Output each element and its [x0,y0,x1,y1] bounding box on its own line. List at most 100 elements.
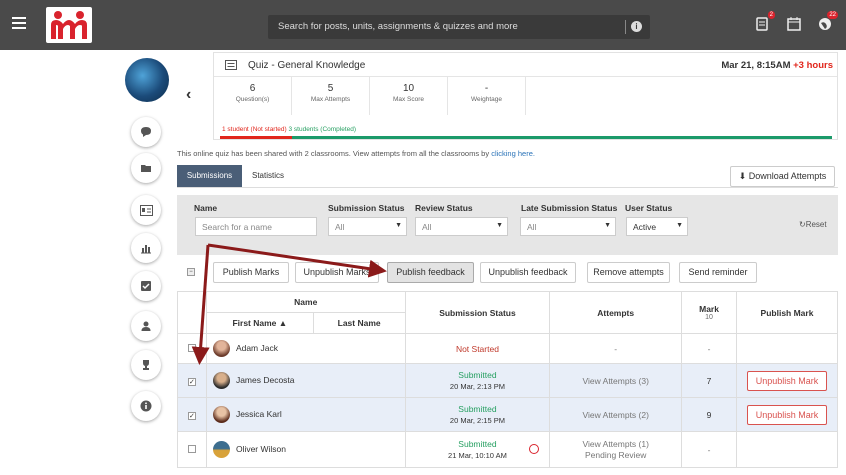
publish-marks-button[interactable]: Publish Marks [213,262,289,283]
hamburger-menu-icon[interactable] [12,17,26,29]
stat-questions: 6 Question(s) [214,77,292,115]
stat-value: 5 [327,83,334,94]
mark-header-label: Mark [699,304,719,314]
checkbox-icon[interactable] [131,271,161,301]
mark-value: 9 [706,409,712,420]
table-row: Oliver Wilson Submitted 21 Mar, 10:10 AM… [177,431,838,468]
row-checkbox[interactable] [187,444,196,453]
unpublish-mark-button[interactable]: Unpublish Mark [747,370,827,391]
row-checkbox-cell: ✓ [177,363,207,398]
globe-icon[interactable]: 22 [818,11,838,31]
submission-status-header: Submission Status [404,291,551,334]
last-name-header[interactable]: Last Name [312,312,406,334]
user-icon[interactable] [131,311,161,341]
first-name-label: First Name [232,318,277,328]
unpublish-feedback-button[interactable]: Unpublish feedback [480,262,576,283]
tab-divider [177,187,838,188]
chevron-down-icon: ▼ [496,222,503,229]
mark-cell: 7 [681,363,737,398]
student-name: Jessica Karl [235,408,282,419]
row-checkbox[interactable] [187,343,196,352]
classroom-avatar[interactable] [125,58,169,102]
select-all-checkbox[interactable]: − [187,268,195,276]
tab-statistics[interactable]: Statistics [252,171,284,180]
filter-panel: Name Search for a name Submission Status… [177,195,838,255]
late-submission-select[interactable]: All ▼ [520,217,616,236]
view-all-classrooms-link[interactable]: clicking here. [491,149,535,158]
student-name-cell: Adam Jack [205,333,406,364]
info-circle-icon[interactable] [131,391,161,421]
chevron-down-icon: ▼ [604,222,611,229]
view-attempts-link[interactable]: View Attempts (3) [582,376,648,386]
calendar-icon[interactable] [787,17,801,31]
not-started-count: 1 student (Not started) [222,126,287,133]
shared-notice-text: This online quiz has been shared with 2 … [177,149,490,158]
user-status-select[interactable]: Active ▼ [626,217,688,236]
send-reminder-button[interactable]: Send reminder [679,262,757,283]
submission-status-value: All [335,222,345,232]
name-header: Name [205,291,406,313]
submissions-table: Name Submission Status Attempts Mark 10 P… [177,291,838,468]
view-attempts-link[interactable]: View Attempts (2) [582,410,648,420]
mark-value: - [707,343,711,354]
checkbox-header [177,291,207,334]
quiz-stats: 6 Question(s) 5 Max Attempts 10 Max Score -… [214,77,526,115]
top-navigation-bar: Search for posts, units, assignments & q… [0,0,846,50]
first-name-header[interactable]: First Name ▲ [205,312,314,334]
info-icon[interactable]: i [631,21,642,32]
review-status-value: All [422,222,432,232]
remove-attempts-button[interactable]: Remove attempts [587,262,670,283]
quiz-header: Quiz - General Knowledge Mar 21, 8:15AM … [214,53,837,77]
quiz-date: Mar 21, 8:15AM +3 hours [721,60,833,71]
mark-header: Mark 10 [681,291,737,334]
table-row: Adam Jack Not Started - - [177,333,838,364]
submission-status-select[interactable]: All ▼ [328,217,407,236]
sort-up-icon: ▲ [278,318,288,328]
chat-icon[interactable] [131,117,161,147]
row-checkbox-cell: ✓ [177,397,207,432]
submission-status: Not Started [455,343,499,354]
download-attempts-button[interactable]: ⬇ Download Attempts [730,166,835,187]
back-chevron-icon[interactable]: ‹ [186,86,191,104]
student-name-cell: Oliver Wilson [205,431,406,468]
unpublish-mark-button[interactable]: Unpublish Mark [747,404,827,425]
folder-icon[interactable] [131,153,161,183]
publish-cell: Unpublish Mark [736,363,838,398]
stat-value: - [484,83,489,94]
stat-weightage: - Weightage [448,77,526,115]
view-attempts-link[interactable]: View Attempts (1) [550,439,681,450]
review-status-select[interactable]: All ▼ [415,217,508,236]
mark-value: 7 [706,375,712,386]
stat-value: 10 [402,83,415,94]
name-search-input[interactable]: Search for a name [195,217,317,236]
unpublish-marks-button[interactable]: Unpublish Marks [295,262,379,283]
row-checkbox-checked[interactable]: ✓ [187,411,196,420]
id-card-icon[interactable] [131,195,161,225]
attempts-cell[interactable]: View Attempts (1) Pending Review [549,431,683,468]
mark-cell: 9 [681,397,737,432]
stat-max-attempts: 5 Max Attempts [292,77,370,115]
publish-feedback-button[interactable]: Publish feedback [387,262,474,283]
bar-chart-icon[interactable] [131,233,161,263]
submission-status: Submitted [458,438,497,449]
submission-status-cell: Not Started [404,333,551,364]
attempts-cell[interactable]: View Attempts (3) [549,363,683,398]
reset-filters-button[interactable]: ↻Reset [799,220,827,229]
publish-cell [736,333,838,364]
tab-submissions[interactable]: Submissions [177,165,242,187]
quiz-icon [225,60,237,72]
attempts-value: - [614,343,618,354]
attempts-cell[interactable]: View Attempts (2) [549,397,683,432]
row-checkbox-checked[interactable]: ✓ [187,377,196,386]
submission-status: Submitted [458,403,497,414]
submission-date: 20 Mar, 2:13 PM [449,381,505,391]
submission-date: 20 Mar, 2:15 PM [449,415,505,425]
global-search-input[interactable]: Search for posts, units, assignments & q… [268,15,650,39]
trophy-icon[interactable] [131,350,161,380]
notifications-icon[interactable]: 2 [755,11,775,31]
avatar [212,441,230,458]
chevron-down-icon: ▼ [676,222,683,229]
chevron-down-icon: ▼ [395,222,402,229]
app-logo[interactable] [46,7,92,43]
row-checkbox-cell [177,333,207,364]
